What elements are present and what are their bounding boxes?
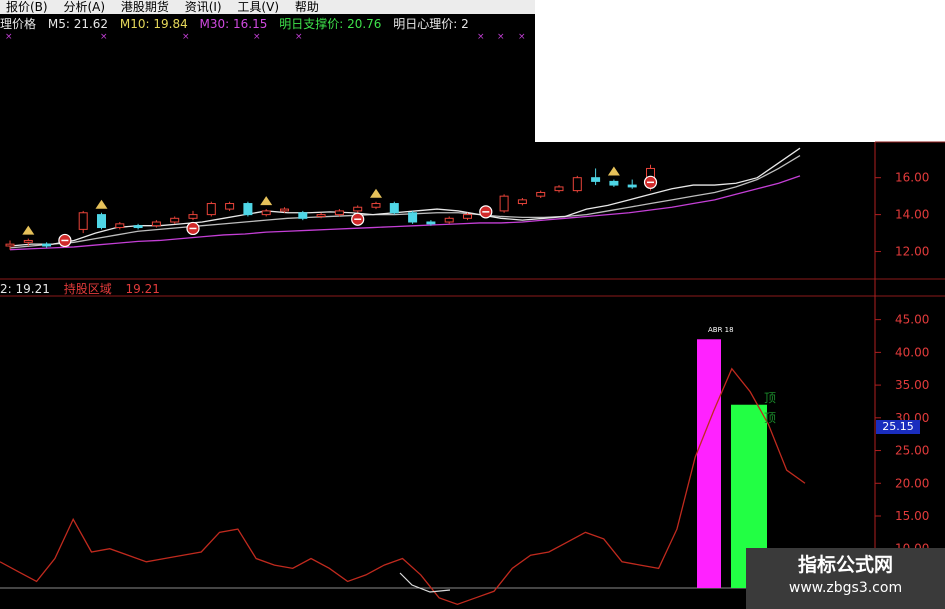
marker-x-icon: × — [253, 32, 261, 42]
candle — [206, 203, 216, 216]
stock-chart[interactable]: 12.0014.0016.0010.0015.0020.0025.0030.00… — [0, 0, 945, 609]
green-bar-label: 顶 — [764, 411, 776, 425]
candle — [609, 180, 619, 186]
candle — [151, 221, 161, 227]
candle — [42, 243, 52, 247]
candle — [554, 186, 564, 192]
oscillator-tick-label: 25.00 — [895, 444, 929, 458]
watermark-url: www.zbgs3.com — [788, 580, 903, 596]
candle — [115, 223, 125, 229]
watermark: 指标公式网 www.zbgs3.com — [746, 548, 945, 609]
candle — [188, 214, 198, 219]
candle — [261, 210, 271, 216]
oscillator-tick-label: 15.00 — [895, 509, 929, 523]
marker-x-icon: × — [182, 32, 190, 42]
candle — [316, 214, 326, 217]
candle — [334, 210, 344, 216]
candle — [371, 203, 381, 208]
signal-bar — [697, 339, 721, 588]
buy-triangle-icon — [607, 166, 620, 176]
candle — [389, 203, 399, 214]
candle — [463, 214, 472, 219]
candle — [499, 195, 509, 212]
candle — [225, 203, 235, 210]
oscillator-tick-label: 35.00 — [895, 378, 929, 392]
candle — [536, 191, 546, 197]
green-bar-label: 顶 — [764, 391, 776, 405]
marker-x-icon: × — [295, 32, 303, 42]
moving-average-line-white-slow — [9, 154, 801, 249]
marker-x-icon: × — [100, 32, 108, 42]
candle — [78, 212, 88, 230]
buy-triangle-icon — [260, 196, 273, 206]
price-tick-label: 16.00 — [895, 171, 929, 185]
buy-triangle-icon — [370, 188, 382, 198]
candle — [133, 225, 143, 229]
candle — [170, 217, 180, 223]
candle — [426, 221, 436, 225]
candle — [591, 177, 601, 182]
marker-x-icon: × — [518, 32, 526, 42]
marker-x-icon: × — [5, 32, 13, 42]
magenta-bar-label: ABR 18 — [708, 326, 734, 334]
candle — [5, 243, 15, 247]
candle — [627, 184, 637, 188]
candle — [280, 208, 289, 212]
candle — [517, 199, 527, 205]
oscillator-tick-label: 45.00 — [895, 313, 929, 327]
watermark-title: 指标公式网 — [797, 554, 893, 576]
buy-triangle-icon — [95, 199, 108, 209]
marker-x-icon: × — [497, 32, 505, 42]
candle — [353, 206, 363, 212]
candle — [243, 203, 253, 216]
oscillator-low-segment — [399, 572, 451, 593]
price-tick-label: 12.00 — [895, 245, 929, 259]
buy-triangle-icon — [22, 225, 35, 235]
current-value-marker: 25.15 — [876, 420, 920, 434]
candle — [444, 217, 454, 223]
oscillator-tick-label: 20.00 — [895, 476, 929, 490]
candle — [408, 212, 418, 223]
candle — [572, 177, 582, 192]
candle — [298, 212, 308, 219]
moving-average-line-white-fast — [9, 147, 801, 247]
oscillator-line — [0, 367, 806, 606]
oscillator-tick-label: 40.00 — [895, 345, 929, 359]
candle — [97, 214, 106, 229]
price-tick-label: 14.00 — [895, 208, 929, 222]
candle — [23, 239, 33, 243]
marker-x-icon: × — [477, 32, 485, 42]
